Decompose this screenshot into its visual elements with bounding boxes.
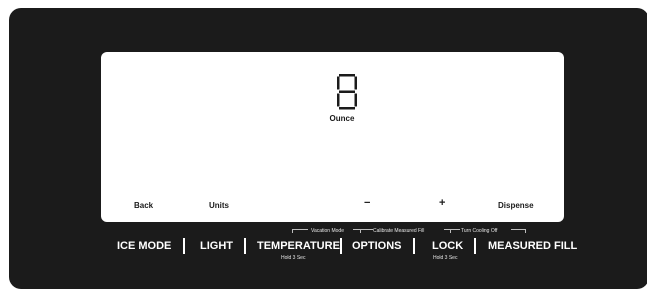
vacation-mode-hint: Vacation Mode — [311, 228, 344, 234]
temperature-hold-label: Hold 3 Sec — [281, 255, 306, 261]
separator — [340, 238, 342, 254]
hint-line — [292, 229, 308, 230]
lock-button[interactable]: LOCK — [432, 240, 463, 252]
measured-fill-button[interactable]: MEASURED FILL — [488, 240, 577, 252]
temperature-button[interactable]: TEMPERATURE — [257, 240, 340, 252]
seven-segment-digit — [337, 74, 357, 110]
minus-button[interactable]: − — [364, 197, 370, 209]
units-button[interactable]: Units — [209, 201, 229, 210]
dispense-button[interactable]: Dispense — [498, 201, 534, 210]
unit-label: Ounce — [329, 114, 355, 123]
separator — [413, 238, 415, 254]
separator — [474, 238, 476, 254]
hint-bracket-right — [525, 229, 526, 233]
separator — [183, 238, 185, 254]
options-button[interactable]: OPTIONS — [352, 240, 402, 252]
plus-button[interactable]: + — [439, 197, 445, 209]
lock-hold-label: Hold 3 Sec — [433, 255, 458, 261]
calibrate-measured-fill-hint: Calibrate Measured Fill — [373, 228, 425, 234]
hint-line — [353, 229, 373, 230]
back-button[interactable]: Back — [134, 201, 153, 210]
turn-cooling-off-hint: Turn Cooling Off — [461, 228, 498, 234]
ice-mode-button[interactable]: ICE MODE — [117, 240, 171, 252]
hint-line — [511, 229, 525, 230]
light-button[interactable]: LIGHT — [200, 240, 233, 252]
hint-bracket-options — [360, 229, 361, 233]
separator — [244, 238, 246, 254]
hint-line — [444, 229, 460, 230]
display-screen — [101, 52, 564, 222]
hint-bracket-lock — [450, 229, 451, 233]
